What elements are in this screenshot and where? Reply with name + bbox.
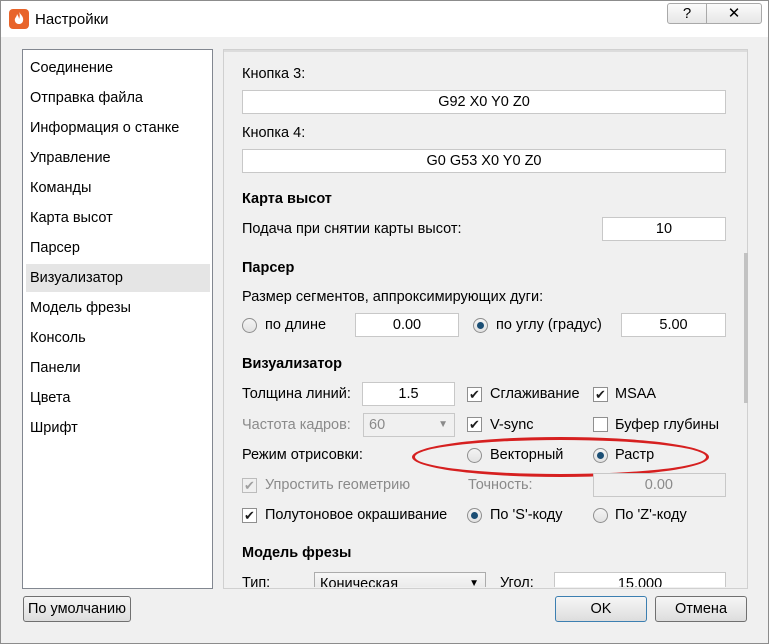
tool-angle-input[interactable]: 15.000: [554, 572, 726, 587]
arc-segments-label: Размер сегментов, аппроксимирующих дуги:: [242, 289, 544, 305]
fps-value: 60: [369, 417, 386, 433]
vsync-label: V-sync: [490, 417, 534, 433]
sidebar-item-parser[interactable]: Парсер: [26, 234, 210, 262]
precision-input[interactable]: 0.00: [593, 473, 726, 497]
antialiasing-label: Сглаживание: [490, 386, 580, 402]
tool-type-value: Коническая: [320, 576, 399, 587]
by-angle-input[interactable]: 5.00: [621, 313, 726, 337]
sidebar-item-font[interactable]: Шрифт: [26, 414, 210, 442]
title-bar: Настройки ? ✕: [1, 1, 768, 37]
scrollbar-thumb[interactable]: [744, 253, 748, 403]
tool-angle-label: Угол:: [500, 575, 534, 587]
by-s-code-radio[interactable]: [467, 508, 482, 523]
settings-category-list: Соединение Отправка файла Информация о с…: [22, 49, 213, 589]
by-angle-label: по углу (градус): [496, 317, 602, 333]
simplify-geometry-label: Упростить геометрию: [265, 477, 411, 493]
visualizer-header: Визуализатор: [242, 356, 342, 372]
by-length-radio[interactable]: [242, 318, 257, 333]
sidebar-item-file-sending[interactable]: Отправка файла: [26, 84, 210, 112]
button4-label: Кнопка 4:: [242, 125, 306, 141]
grayscale-label: Полутоновое окрашивание: [265, 507, 448, 523]
chevron-down-icon: ▼: [469, 578, 479, 587]
button3-command-input[interactable]: G92 X0 Y0 Z0: [242, 90, 726, 114]
highlight-annotation: [412, 437, 709, 477]
restore-defaults-button[interactable]: По умолчанию: [23, 596, 131, 622]
chevron-down-icon: ▼: [438, 419, 448, 430]
fps-select[interactable]: 60 ▼: [363, 413, 455, 437]
tool-type-select[interactable]: Коническая ▼: [314, 572, 486, 587]
sidebar-item-colors[interactable]: Цвета: [26, 384, 210, 412]
simplify-geometry-checkbox[interactable]: ✔: [242, 478, 257, 493]
by-length-input[interactable]: 0.00: [355, 313, 459, 337]
sidebar-item-panels[interactable]: Панели: [26, 354, 210, 382]
tool-model-clip: Тип: Коническая ▼ Угол: 15.000: [224, 567, 747, 587]
settings-dialog: Настройки ? ✕ Соединение Отправка файла …: [0, 0, 769, 644]
antialiasing-checkbox[interactable]: ✔: [467, 387, 482, 402]
cancel-button[interactable]: Отмена: [655, 596, 747, 622]
heightmap-feed-label: Подача при снятии карты высот:: [242, 221, 462, 237]
sidebar-item-visualizer[interactable]: Визуализатор: [26, 264, 210, 292]
tool-model-header: Модель фрезы: [242, 545, 352, 561]
sidebar-item-connection[interactable]: Соединение: [26, 54, 210, 82]
sidebar-item-machine-info[interactable]: Информация о станке: [26, 114, 210, 142]
vsync-checkbox[interactable]: ✔: [467, 417, 482, 432]
line-width-label: Толщина линий:: [242, 386, 351, 402]
parser-header: Парсер: [242, 260, 295, 276]
by-s-code-label: По 'S'-коду: [490, 507, 563, 523]
fps-label: Частота кадров:: [242, 417, 351, 433]
scroll-edge: [224, 50, 747, 52]
sidebar-item-tool-model[interactable]: Модель фрезы: [26, 294, 210, 322]
by-z-code-radio[interactable]: [593, 508, 608, 523]
msaa-checkbox[interactable]: ✔: [593, 387, 608, 402]
flame-icon: [9, 9, 29, 29]
grayscale-checkbox[interactable]: ✔: [242, 508, 257, 523]
ok-button[interactable]: OK: [555, 596, 647, 622]
draw-mode-label: Режим отрисовки:: [242, 447, 363, 463]
by-angle-radio[interactable]: [473, 318, 488, 333]
sidebar-item-console[interactable]: Консоль: [26, 324, 210, 352]
zbuffer-label: Буфер глубины: [615, 417, 720, 433]
tool-type-label: Тип:: [242, 575, 271, 587]
line-width-input[interactable]: 1.5: [362, 382, 455, 406]
msaa-label: MSAA: [615, 386, 657, 402]
button4-command-input[interactable]: G0 G53 X0 Y0 Z0: [242, 149, 726, 173]
help-button[interactable]: ?: [667, 3, 707, 24]
zbuffer-checkbox[interactable]: [593, 417, 608, 432]
heightmap-header: Карта высот: [242, 191, 332, 207]
precision-label: Точность:: [468, 477, 533, 493]
by-z-code-label: По 'Z'-коду: [615, 507, 687, 523]
by-length-label: по длине: [265, 317, 327, 333]
sidebar-item-heightmap[interactable]: Карта высот: [26, 204, 210, 232]
window-title: Настройки: [35, 11, 109, 28]
heightmap-feed-input[interactable]: 10: [602, 217, 726, 241]
close-button[interactable]: ✕: [706, 3, 762, 24]
sidebar-item-control[interactable]: Управление: [26, 144, 210, 172]
button3-label: Кнопка 3:: [242, 66, 306, 82]
sidebar-item-commands[interactable]: Команды: [26, 174, 210, 202]
